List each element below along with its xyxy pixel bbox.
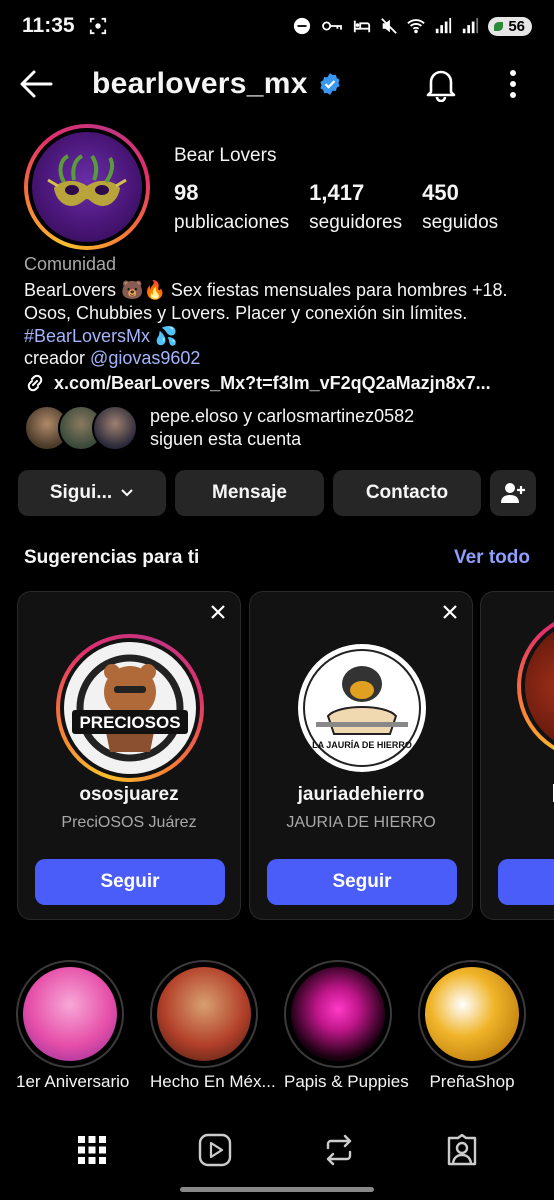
suggestion-card[interactable]: PRECIOSOS ososjuarez PreciOSOS Juárez Se…	[17, 591, 241, 920]
suggestion-avatar: PRECIOSOS	[56, 634, 204, 782]
profile-actions: Sigui... Mensaje Contacto	[18, 470, 536, 516]
suggestion-username[interactable]: jauriadehierro	[250, 784, 472, 806]
jauria-logo: LA JAURÍA DE HIERRO	[300, 646, 424, 770]
bio-hashtag[interactable]: #BearLoversMx	[24, 326, 150, 346]
verified-badge-icon	[320, 73, 340, 95]
mutual-suffix: siguen esta cuenta	[150, 429, 302, 449]
reels-icon[interactable]	[198, 1133, 232, 1167]
highlight-cover	[425, 967, 519, 1061]
suggestion-avatar	[517, 612, 554, 760]
suggestion-avatar: LA JAURÍA DE HIERRO	[288, 634, 436, 782]
highlight-label: PreñaShop	[429, 1072, 515, 1091]
suggest-people-button[interactable]	[490, 470, 536, 516]
more-vertical-icon[interactable]	[508, 68, 518, 100]
profile-display-name: Bear Lovers	[174, 145, 277, 166]
status-time: 11:35	[22, 14, 75, 37]
link-icon	[27, 374, 43, 392]
mutual-avatar	[92, 405, 138, 451]
highlight-label: Hecho En Méx...	[150, 1072, 276, 1091]
close-icon[interactable]	[210, 604, 226, 620]
contact-button[interactable]: Contacto	[333, 470, 481, 516]
repost-icon[interactable]	[322, 1133, 356, 1167]
status-bar: 11:35 56	[0, 0, 554, 52]
bio-text: BearLovers 🐻🔥 Sex fiestas mensuales para…	[24, 280, 508, 323]
story-highlight[interactable]: PreñaShop	[418, 960, 526, 1092]
follow-button[interactable]: Seguir	[35, 859, 225, 905]
follow-button[interactable]: Seguir	[267, 859, 457, 905]
bed-icon	[354, 20, 371, 33]
profile-header: bearlovers_mx	[0, 52, 554, 116]
stat-value: 450	[422, 180, 459, 205]
see-all-link[interactable]: Ver todo	[454, 547, 530, 569]
message-label: Mensaje	[212, 482, 287, 503]
following-button[interactable]: Sigui...	[18, 470, 166, 516]
stat-label: seguidores	[309, 212, 403, 233]
mute-icon	[381, 18, 398, 34]
profile-stats: 98 publicaciones 1,417 seguidores 450 se…	[174, 180, 518, 234]
stat-following[interactable]: 450 seguidos	[422, 180, 498, 234]
stat-label: publicaciones	[174, 212, 290, 233]
message-button[interactable]: Mensaje	[175, 470, 324, 516]
contact-label: Contacto	[365, 482, 449, 503]
stat-value: 98	[174, 180, 199, 205]
chevron-down-icon	[121, 489, 133, 497]
stat-posts[interactable]: 98 publicaciones	[174, 180, 289, 234]
back-arrow-icon[interactable]	[18, 66, 54, 102]
highlight-ring	[284, 960, 392, 1068]
jauria-logo-text: LA JAURÍA DE HIERRO	[312, 740, 412, 750]
link-text: x.com/BearLovers_Mx?t=f3Im_vF2qQ2aMazjn8…	[54, 372, 491, 393]
highlight-label: Papis & Puppies	[284, 1072, 409, 1091]
suggestion-fullname: JAURIA DE HIERRO	[286, 814, 436, 831]
creator-mention[interactable]: @giovas9602	[90, 348, 200, 368]
add-user-icon	[501, 483, 525, 503]
profile-category: Comunidad	[24, 254, 117, 274]
close-icon[interactable]	[442, 604, 458, 620]
profile-tabs	[0, 1120, 554, 1180]
highlight-label: 1er Aniversario	[16, 1072, 130, 1091]
profile-username: bearlovers_mx	[92, 67, 308, 100]
mutual-names: pepe.eloso y carlosmartinez0582	[150, 406, 415, 426]
screenshot-icon	[89, 17, 106, 35]
signal-icon	[463, 17, 479, 34]
mardi-gras-mask-icon	[47, 154, 127, 207]
battery-indicator: 56	[488, 16, 532, 36]
profile-creator: creador @giovas9602	[24, 348, 200, 369]
stat-followers[interactable]: 1,417 seguidores	[309, 180, 402, 234]
wifi-icon	[407, 19, 426, 34]
suggestions-title: Sugerencias para ti	[24, 547, 200, 568]
suggestion-username[interactable]: ososjuarez	[18, 784, 240, 806]
profile-bio: BearLovers 🐻🔥 Sex fiestas mensuales para…	[24, 279, 539, 348]
home-indicator	[180, 1187, 374, 1192]
tagged-icon[interactable]	[445, 1133, 479, 1167]
bio-emoji: 💦	[155, 326, 178, 346]
bell-icon[interactable]	[424, 66, 458, 102]
follow-button[interactable]	[498, 859, 554, 905]
preciosos-logo-text: PRECIOSOS	[79, 713, 180, 732]
dnd-icon	[294, 17, 311, 35]
stat-label: seguidos	[422, 212, 499, 233]
suggestion-card[interactable]: LA JAURÍA DE HIERRO jauriadehierro JAURI…	[249, 591, 473, 920]
key-icon	[322, 21, 343, 31]
story-highlight[interactable]: Hecho En Méx...	[150, 960, 276, 1092]
story-highlight[interactable]: Papis & Puppies	[284, 960, 409, 1092]
highlight-ring	[16, 960, 124, 1068]
profile-avatar[interactable]	[24, 124, 150, 250]
story-highlight[interactable]: 1er Aniversario	[16, 960, 130, 1092]
highlight-ring	[150, 960, 258, 1068]
creator-label: creador	[24, 348, 91, 368]
mutual-followers[interactable]: pepe.eloso y carlosmartinez0582 siguen e…	[24, 404, 414, 452]
highlight-cover	[291, 967, 385, 1061]
highlight-cover	[23, 967, 117, 1061]
stat-value: 1,417	[309, 180, 365, 205]
grid-icon[interactable]	[75, 1133, 109, 1167]
preciosos-logo: PRECIOSOS	[70, 648, 190, 768]
signal-icon	[436, 17, 452, 34]
highlight-ring	[418, 960, 526, 1068]
highlight-cover	[157, 967, 251, 1061]
profile-link[interactable]: x.com/BearLovers_Mx?t=f3Im_vF2qQ2aMazjn8…	[24, 372, 491, 394]
following-label: Sigui...	[49, 482, 113, 503]
suggestion-fullname: PreciOSOS Juárez	[61, 814, 197, 831]
suggestion-card-partial[interactable]	[480, 591, 554, 920]
